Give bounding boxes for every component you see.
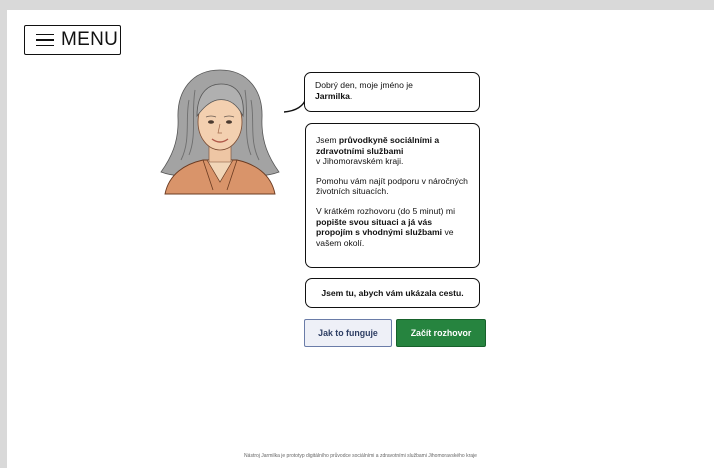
assistant-name: Jarmilka (315, 90, 350, 101)
intro-paragraph-2: Pomohu vám najít podporu v náročných živ… (316, 175, 468, 197)
intro-p1-pre: Jsem (316, 135, 339, 145)
greeting-bubble: Dobrý den, moje jméno je Jarmilka. (304, 72, 480, 112)
intro-paragraph-3: V krátkém rozhovoru (do 5 minut) mi popi… (316, 206, 469, 248)
page: MENU Dobrý den, moje jméno je Jarmilka. … (7, 10, 714, 468)
how-it-works-button[interactable]: Jak to funguje (304, 319, 392, 347)
menu-button[interactable]: MENU (24, 25, 121, 55)
footer-note: Nástroj Jarmilka je prototyp digitálního… (244, 453, 477, 459)
hamburger-icon (36, 33, 54, 47)
start-conversation-button[interactable]: Začít rozhovor (396, 319, 486, 347)
intro-p1-post: v Jihomoravském kraji. (316, 156, 404, 167)
greeting-line: Dobrý den, moje jméno je (315, 80, 413, 90)
intro-p3-bold: popište svou situaci a já vás propojím s… (316, 216, 443, 238)
intro-paragraph-1: Jsem průvodkyně sociálními a zdravotními… (316, 135, 469, 167)
greeting-punct: . (349, 90, 353, 101)
tagline: Jsem tu, abych vám ukázala cestu. (321, 287, 464, 298)
intro-bubble: Jsem průvodkyně sociálními a zdravotními… (305, 123, 480, 268)
menu-label: MENU (61, 29, 119, 50)
tagline-bubble: Jsem tu, abych vám ukázala cestu. (305, 278, 480, 308)
intro-p3-pre: V krátkém rozhovoru (do 5 minut) mi (316, 205, 455, 216)
jarmilka-avatar (160, 69, 280, 195)
